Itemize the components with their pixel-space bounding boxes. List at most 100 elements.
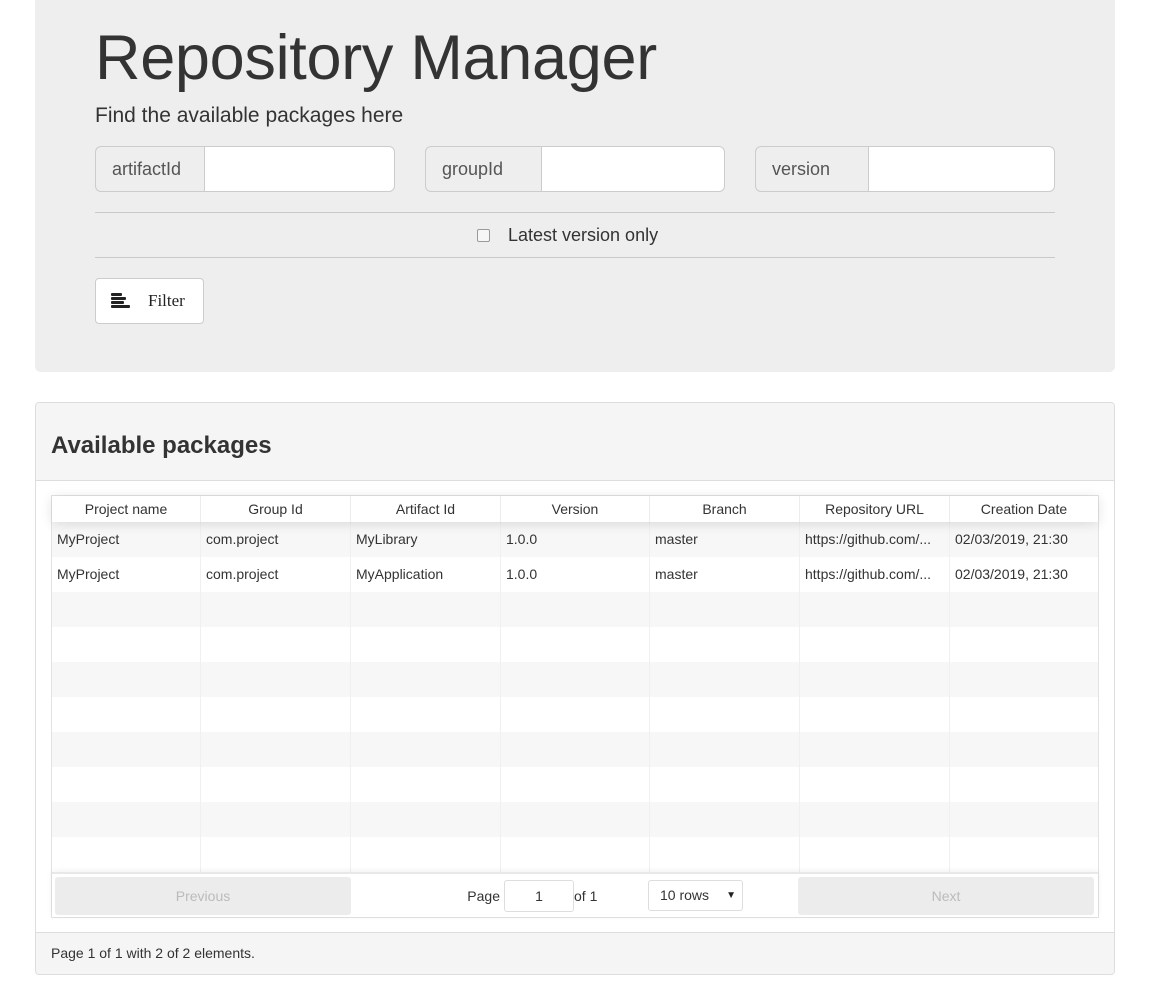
empty-cell [950,837,1098,872]
table-row-empty [52,662,1098,697]
empty-cell [52,592,201,627]
empty-cell [800,697,950,732]
cell-repository-url[interactable]: https://github.com/... [800,522,950,557]
empty-cell [501,802,650,837]
panel-footer: Page 1 of 1 with 2 of 2 elements. [36,932,1114,974]
cell-version: 1.0.0 [501,557,650,592]
cell-project-name: MyProject [52,557,201,592]
align-left-icon [111,292,131,310]
cell-group-id: com.project [201,557,351,592]
latest-version-option[interactable]: Latest version only [475,222,658,248]
cell-group-id: com.project [201,522,351,557]
empty-cell [501,837,650,872]
empty-cell [650,837,800,872]
column-header-branch[interactable]: Branch [650,496,800,522]
empty-cell [351,732,501,767]
table-body: MyProject com.project MyLibrary 1.0.0 ma… [52,522,1098,872]
cell-artifact-id: MyApplication [351,557,501,592]
empty-cell [950,697,1098,732]
empty-cell [501,592,650,627]
empty-cell [201,767,351,802]
page-title: Repository Manager [95,23,657,93]
empty-cell [351,592,501,627]
next-page-button[interactable]: Next [798,877,1094,915]
table-row[interactable]: MyProject com.project MyLibrary 1.0.0 ma… [52,522,1098,557]
rows-per-page-value: 10 rows [660,887,710,903]
empty-cell [351,802,501,837]
table-row-empty [52,837,1098,872]
empty-cell [351,662,501,697]
empty-cell [501,697,650,732]
empty-cell [950,662,1098,697]
empty-cell [950,732,1098,767]
artifact-id-filter: artifactId [95,146,395,192]
empty-cell [52,732,201,767]
group-id-input[interactable] [541,146,725,192]
empty-cell [501,662,650,697]
page-controls: Page of 1 10 rows ▼ [406,877,794,915]
table-row-empty [52,697,1098,732]
empty-cell [52,767,201,802]
empty-cell [800,802,950,837]
empty-cell [501,627,650,662]
empty-cell [800,592,950,627]
group-id-filter: groupId [425,146,725,192]
empty-cell [52,697,201,732]
column-header-group-id[interactable]: Group Id [201,496,351,522]
filter-button[interactable]: Filter [95,278,204,324]
column-header-version[interactable]: Version [501,496,650,522]
cell-branch: master [650,522,800,557]
empty-cell [650,627,800,662]
latest-version-label[interactable]: Latest version only [508,225,658,246]
artifact-id-label: artifactId [95,146,204,192]
empty-cell [950,592,1098,627]
cell-repository-url[interactable]: https://github.com/... [800,557,950,592]
panel-title: Available packages [51,432,272,459]
empty-cell [650,732,800,767]
version-input[interactable] [868,146,1055,192]
column-header-project-name[interactable]: Project name [52,496,201,522]
version-label: version [755,146,868,192]
latest-version-checkbox[interactable] [477,228,490,242]
table-row-empty [52,732,1098,767]
cell-artifact-id: MyLibrary [351,522,501,557]
cell-branch: master [650,557,800,592]
empty-cell [800,732,950,767]
table-row-empty [52,627,1098,662]
previous-page-button[interactable]: Previous [55,877,351,915]
table-row-empty [52,592,1098,627]
empty-cell [201,627,351,662]
column-header-repository-url[interactable]: Repository URL [800,496,950,522]
empty-cell [52,837,201,872]
page-jump: Page [406,877,574,915]
column-header-artifact-id[interactable]: Artifact Id [351,496,501,522]
artifact-id-input[interactable] [204,146,395,192]
empty-cell [52,627,201,662]
empty-cell [201,697,351,732]
empty-cell [950,767,1098,802]
cell-creation-date: 02/03/2019, 21:30 [955,531,1068,547]
empty-cell [800,767,950,802]
empty-cell [650,697,800,732]
table-row[interactable]: MyProject com.project MyApplication 1.0.… [52,557,1098,592]
table-row-empty [52,767,1098,802]
table-row-empty [52,802,1098,837]
empty-cell [351,767,501,802]
table-header: Project name Group Id Artifact Id Versio… [52,496,1098,522]
empty-cell [501,767,650,802]
empty-cell [950,627,1098,662]
page-number-input[interactable] [504,880,574,912]
empty-cell [800,662,950,697]
pagination-bar: Previous Page of 1 10 rows ▼ Next [52,872,1098,917]
empty-cell [351,837,501,872]
empty-cell [201,837,351,872]
filter-button-label: Filter [148,291,185,310]
empty-cell [650,662,800,697]
empty-cell [201,662,351,697]
page-subtitle: Find the available packages here [95,104,404,127]
cell-creation-date: 02/03/2019, 21:30 [955,566,1068,582]
cell-project-name: MyProject [52,522,201,557]
rows-per-page-select[interactable]: 10 rows ▼ [648,880,743,911]
empty-cell [201,732,351,767]
column-header-creation-date[interactable]: Creation Date [950,496,1098,522]
